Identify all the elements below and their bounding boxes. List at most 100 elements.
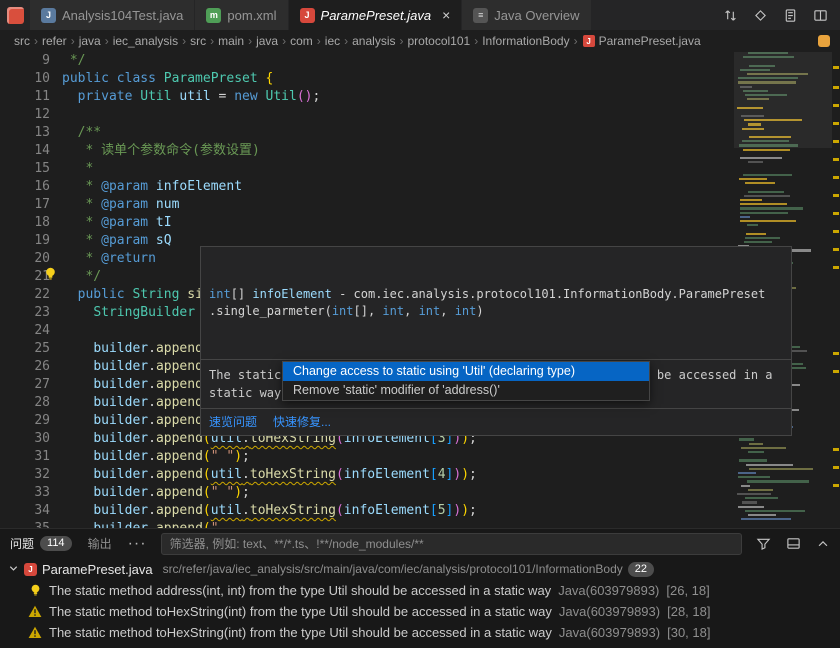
tab-problems[interactable]: 问题 114 (10, 535, 72, 552)
chevron-down-icon[interactable] (8, 562, 19, 577)
breadcrumb-separator: › (282, 34, 286, 48)
app-logo-icon[interactable] (0, 0, 30, 30)
breadcrumb-item[interactable]: iec (325, 34, 340, 48)
breadcrumb-item[interactable]: java (79, 34, 101, 48)
code-text: * @param infoElement (62, 179, 242, 194)
breadcrumb-item[interactable]: ParamePreset.java (599, 34, 701, 48)
code-text: */ (62, 53, 85, 68)
line-number: 35 (0, 520, 50, 528)
breadcrumb-symbol-icon[interactable] (818, 35, 830, 47)
code-text: builder.append(" "); (62, 449, 250, 464)
code-line[interactable]: 34 builder.append(util.toHexString(infoE… (0, 502, 840, 520)
problems-file-group[interactable]: J ParamePreset.java src/refer/java/iec_a… (0, 558, 840, 580)
code-line[interactable]: 18 * @param tI (0, 214, 840, 232)
line-number: 30 (0, 430, 50, 448)
java-file-icon: J (41, 8, 56, 23)
breadcrumb-item[interactable]: main (218, 34, 244, 48)
run-icon[interactable] (753, 8, 768, 23)
file-problems-badge: 22 (628, 562, 654, 577)
breadcrumb-item[interactable]: InformationBody (482, 34, 569, 48)
quickfix-item[interactable]: Change access to static using 'Util' (de… (283, 362, 649, 381)
breadcrumb-item[interactable]: src (14, 34, 30, 48)
code-text: private Util util = new Util(); (62, 89, 320, 104)
code-text: builder.append(" (62, 521, 219, 528)
problem-message: The static method toHexString(int) from … (49, 625, 552, 640)
tab-label: Java Overview (494, 8, 579, 23)
code-line[interactable]: 11 private Util util = new Util(); (0, 88, 840, 106)
breadcrumb-item[interactable]: analysis (352, 34, 395, 48)
code-line[interactable]: 13 /** (0, 124, 840, 142)
line-number: 34 (0, 502, 50, 520)
line-number: 21 (0, 268, 50, 286)
code-text: * @param sQ (62, 233, 172, 248)
problem-source: Java(603979893) (559, 604, 660, 619)
line-number: 33 (0, 484, 50, 502)
panel-actions (756, 536, 830, 551)
filter-icon[interactable] (756, 536, 771, 551)
bottom-panel: 问题 114 输出 ··· J ParamePreset.java src/re… (0, 528, 840, 648)
breadcrumb-separator: › (399, 34, 403, 48)
line-number: 17 (0, 196, 50, 214)
panel-layout-icon[interactable] (786, 536, 801, 551)
line-number: 15 (0, 160, 50, 178)
tab-close-icon[interactable]: × (442, 8, 450, 22)
problem-location: [28, 18] (667, 604, 710, 619)
compare-changes-icon[interactable] (723, 8, 738, 23)
tab-paramepreset-java[interactable]: J ParamePreset.java × (289, 0, 463, 30)
breadcrumb-item[interactable]: com (290, 34, 313, 48)
split-editor-icon[interactable] (813, 8, 828, 23)
java-file-icon: J (583, 35, 595, 47)
problem-row[interactable]: The static method address(int, int) from… (0, 580, 840, 601)
tab-output[interactable]: 输出 (88, 535, 112, 552)
quickfix-item[interactable]: Remove 'static' modifier of 'address()' (283, 381, 649, 400)
code-line[interactable]: 10public class ParamePreset { (0, 70, 840, 88)
quick-fix-link[interactable]: 快速修复... (273, 413, 331, 430)
code-line[interactable]: 31 builder.append(" "); (0, 448, 840, 466)
line-number: 24 (0, 322, 50, 340)
breadcrumb-item[interactable]: refer (42, 34, 67, 48)
code-line[interactable]: 33 builder.append(" "); (0, 484, 840, 502)
tab-java-overview[interactable]: ≡ Java Overview (462, 0, 591, 30)
line-number: 25 (0, 340, 50, 358)
code-line[interactable]: 12 (0, 106, 840, 124)
code-line[interactable]: 16 * @param infoElement (0, 178, 840, 196)
breadcrumb-item[interactable]: java (256, 34, 278, 48)
breadcrumb-separator: › (105, 34, 109, 48)
warning-icon (28, 626, 42, 639)
lightbulb-icon[interactable] (44, 267, 57, 285)
code-line[interactable]: 17 * @param num (0, 196, 840, 214)
breadcrumb-item[interactable]: protocol101 (407, 34, 470, 48)
overview-ruler (832, 52, 840, 528)
tab-label: Analysis104Test.java (62, 8, 183, 23)
problems-filter-input[interactable] (161, 533, 742, 555)
hover-signature: int[] infoElement - com.iec.analysis.pro… (201, 247, 791, 360)
problem-row[interactable]: The static method toHexString(int) from … (0, 622, 840, 643)
problem-row[interactable]: The static method toHexString(int) from … (0, 601, 840, 622)
code-line[interactable]: 14 * 读单个参数命令(参数设置) (0, 142, 840, 160)
tab-pom-xml[interactable]: m pom.xml (195, 0, 288, 30)
code-text: * 读单个参数命令(参数设置) (62, 143, 260, 158)
tab-analysis104test-java[interactable]: J Analysis104Test.java (30, 0, 195, 30)
line-number: 31 (0, 448, 50, 466)
breadcrumb-separator: › (248, 34, 252, 48)
line-number: 11 (0, 88, 50, 106)
breadcrumb-item[interactable]: iec_analysis (113, 34, 178, 48)
problems-tab-label: 问题 (10, 535, 34, 552)
overview-icon: ≡ (473, 8, 488, 23)
code-line[interactable]: 9 */ (0, 52, 840, 70)
line-number: 27 (0, 376, 50, 394)
problem-location: [30, 18] (667, 625, 710, 640)
line-number: 18 (0, 214, 50, 232)
peek-problem-link[interactable]: 速览问题 (209, 413, 257, 430)
code-line[interactable]: 35 builder.append(" (0, 520, 840, 528)
chevron-up-icon[interactable] (816, 537, 830, 551)
breadcrumb-item[interactable]: src (190, 34, 206, 48)
code-line[interactable]: 32 builder.append(util.toHexString(infoE… (0, 466, 840, 484)
line-number: 19 (0, 232, 50, 250)
problems-count-badge: 114 (40, 536, 72, 551)
code-line[interactable]: 15 * (0, 160, 840, 178)
more-tabs-icon[interactable]: ··· (128, 535, 147, 553)
code-text: * @return (62, 251, 156, 266)
breadcrumb-separator: › (182, 34, 186, 48)
document-icon[interactable] (783, 8, 798, 23)
